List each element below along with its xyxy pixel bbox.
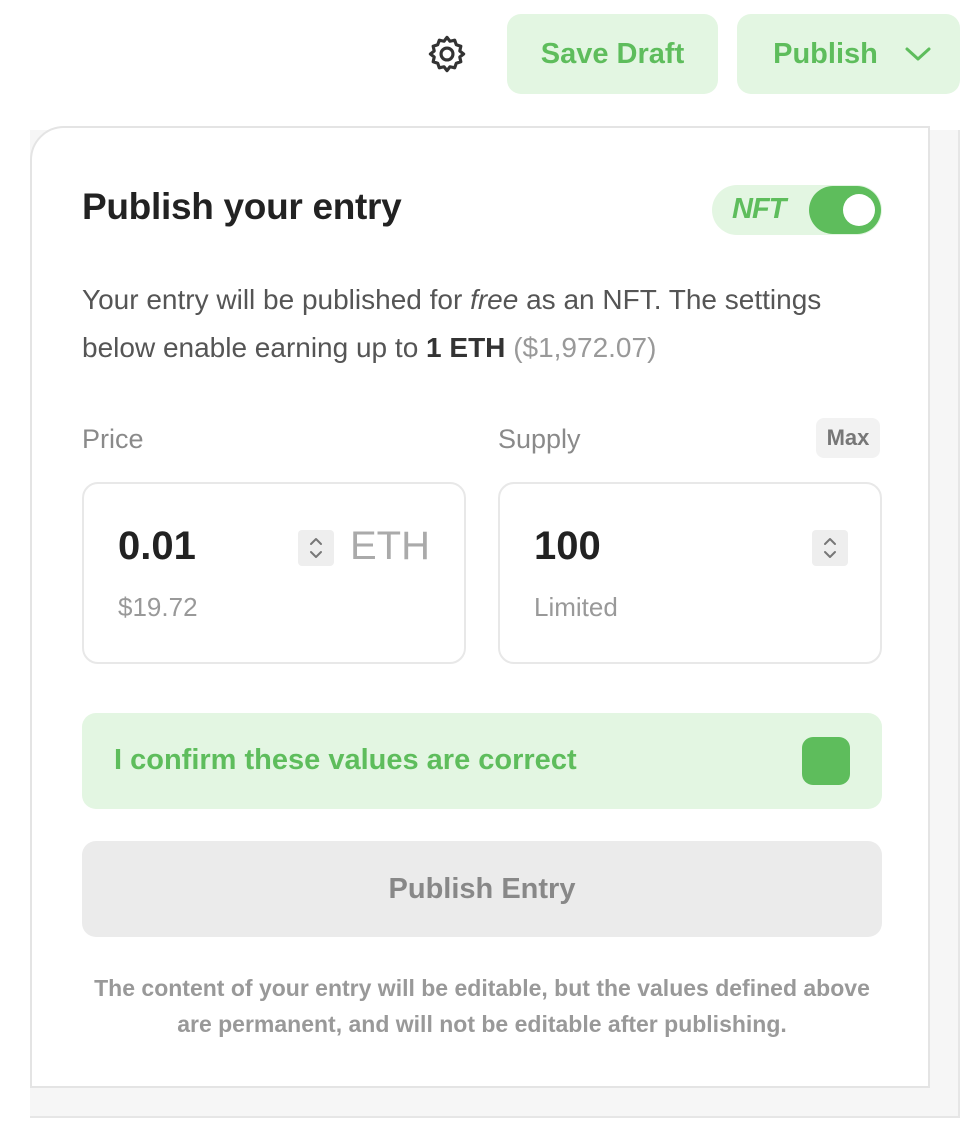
earning-amount: 1 ETH <box>426 332 506 363</box>
supply-input[interactable]: 100 Limited <box>498 482 882 664</box>
price-label: Price <box>82 424 144 454</box>
nft-switch[interactable] <box>809 186 881 234</box>
chevron-down-icon <box>905 47 931 61</box>
price-unit: ETH <box>350 524 430 568</box>
publish-panel: Publish your entry NFT Your entry will b… <box>30 126 930 1088</box>
permanence-note: The content of your entry will be editab… <box>94 975 870 1037</box>
save-draft-label: Save Draft <box>540 37 685 70</box>
confirm-label: I confirm these values are correct <box>114 744 577 776</box>
publish-entry-label: Publish Entry <box>388 872 576 905</box>
price-value[interactable]: 0.01 <box>118 524 196 569</box>
stepper-arrows-icon <box>310 538 322 558</box>
max-supply-button[interactable]: Max <box>816 418 880 458</box>
publish-dropdown-button[interactable]: Publish <box>737 14 960 94</box>
description-free: free <box>470 284 519 315</box>
nft-toggle-label: NFT <box>732 193 786 225</box>
supply-stepper[interactable] <box>812 530 848 566</box>
supply-value[interactable]: 100 <box>534 524 601 569</box>
supply-label: Supply <box>498 424 581 454</box>
panel-title: Publish your entry <box>82 186 402 227</box>
confirm-values-checkbox-row[interactable]: I confirm these values are correct <box>82 713 882 809</box>
description-text: Your entry will be published for <box>82 284 471 315</box>
publish-entry-button[interactable]: Publish Entry <box>82 841 882 937</box>
description: Your entry will be published for free as… <box>82 276 882 372</box>
save-draft-button[interactable]: Save Draft <box>507 14 718 94</box>
price-input[interactable]: 0.01 ETH $19.72 <box>82 482 466 664</box>
nft-toggle[interactable]: NFT <box>712 185 882 235</box>
price-usd: $19.72 <box>118 592 198 622</box>
stepper-arrows-icon <box>824 538 836 558</box>
switch-knob <box>843 194 875 226</box>
top-toolbar: Save Draft Publish <box>0 0 976 110</box>
publish-label: Publish <box>773 37 878 70</box>
earning-amount-usd: ($1,972.07) <box>513 332 657 363</box>
gear-icon <box>428 35 466 73</box>
settings-button[interactable] <box>424 31 470 77</box>
price-stepper[interactable] <box>298 530 334 566</box>
confirm-checkbox[interactable] <box>802 737 850 785</box>
supply-type: Limited <box>534 592 618 622</box>
